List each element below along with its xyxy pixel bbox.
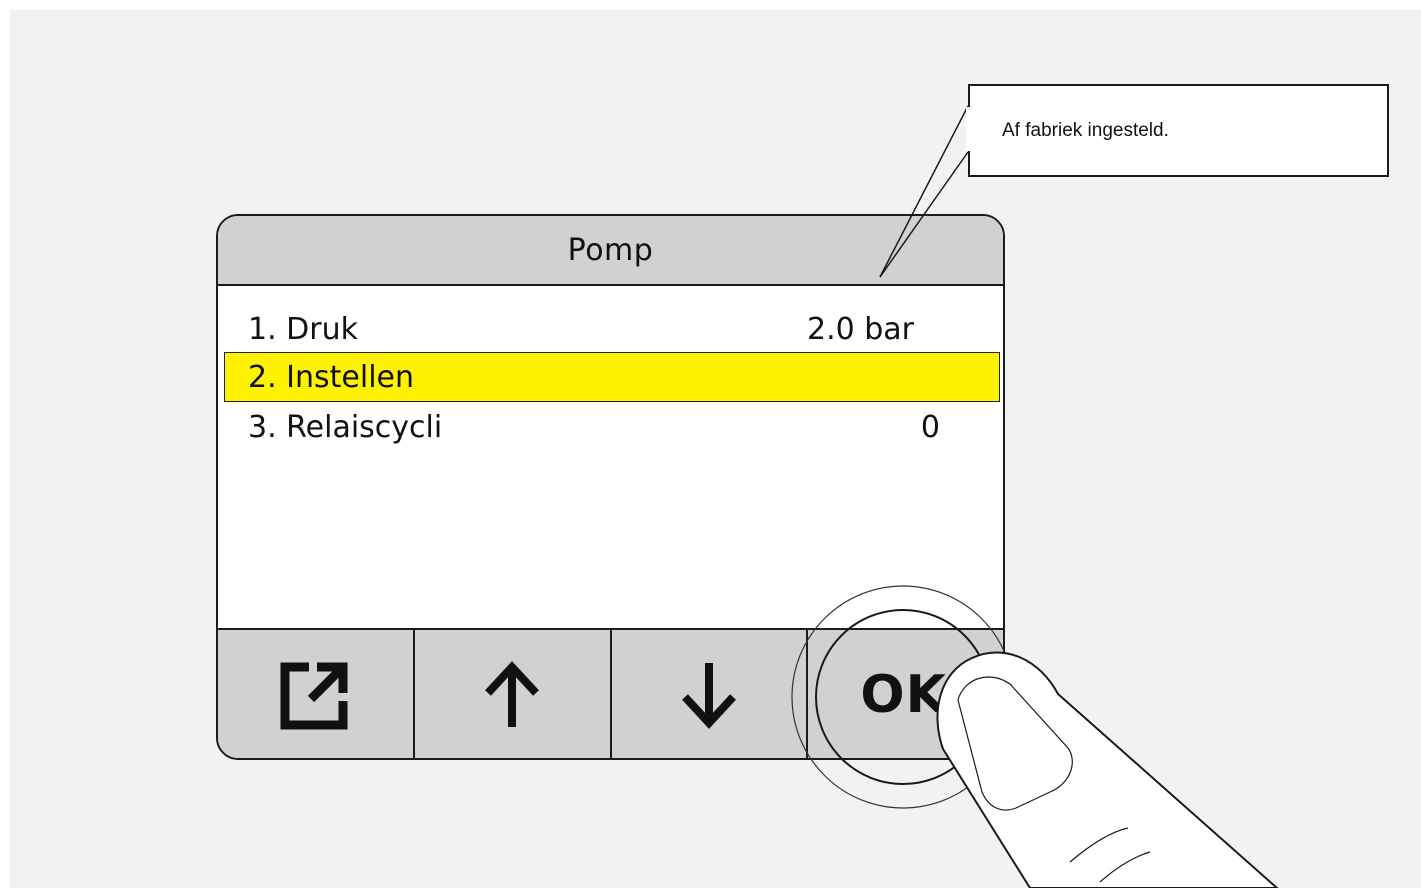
screen-title: Pomp: [218, 216, 1003, 286]
external-link-icon: [280, 662, 348, 730]
menu-item-value: 0: [920, 409, 940, 445]
up-button[interactable]: [415, 630, 612, 758]
softkey-bar: OK: [218, 628, 1003, 758]
down-button[interactable]: [612, 630, 809, 758]
menu-item-label: 3. Relaiscycli: [248, 409, 443, 445]
menu-item-value: 2.0 bar: [806, 311, 914, 347]
callout-text: Af fabriek ingesteld.: [1002, 119, 1169, 141]
menu-item-label: 1. Druk: [248, 311, 358, 347]
arrow-down-icon: [681, 663, 736, 729]
menu-item-instellen-selected[interactable]: 2. Instellen: [224, 352, 1000, 402]
callout-box: Af fabriek ingesteld.: [968, 84, 1389, 177]
menu-item-label: 2. Instellen: [248, 359, 415, 395]
ok-label: OK: [860, 665, 947, 725]
menu-item-relaiscycli[interactable]: 3. Relaiscycli 0: [224, 402, 1000, 452]
control-panel-display: Pomp 1. Druk 2.0 bar 2. Instellen 3. Rel…: [216, 214, 1005, 760]
menu-item-druk[interactable]: 1. Druk 2.0 bar: [224, 304, 1000, 354]
back-button[interactable]: [218, 630, 415, 758]
arrow-up-icon: [485, 661, 540, 727]
ok-button[interactable]: OK: [808, 630, 1003, 758]
